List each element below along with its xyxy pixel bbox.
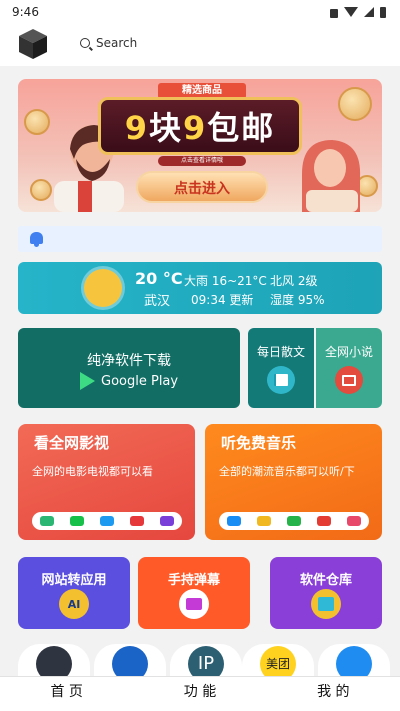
bell-icon xyxy=(30,232,43,247)
lock-icon xyxy=(330,8,338,18)
music-card-desc: 全部的潮流音乐都可以听/下 xyxy=(219,465,355,478)
barrage-icon xyxy=(179,589,209,619)
banner-title-plate: 9块9包邮 xyxy=(98,97,302,155)
cube-logo-icon[interactable] xyxy=(18,28,48,60)
ai-icon: AI xyxy=(59,589,89,619)
search-icon xyxy=(80,38,90,48)
youku-icon xyxy=(100,516,114,526)
kuwo-icon xyxy=(257,516,271,526)
weather-card[interactable]: 20 °C 武汉 大雨 16~21°C 09:34 更新 北风 2级 湿度 95… xyxy=(18,262,382,314)
nav-features[interactable]: 功 能 xyxy=(133,677,266,711)
mango-tv-icon xyxy=(160,516,174,526)
iqiyi-icon xyxy=(70,516,84,526)
bottom-nav: 首 页 功 能 我 的 xyxy=(0,676,400,711)
banner-subtitle: 点击查看详情哦 xyxy=(158,156,246,166)
music-card-title: 听免费音乐 xyxy=(221,434,297,452)
app-dock: IP 美团 xyxy=(0,640,400,684)
video-app-strip xyxy=(32,512,182,530)
handheld-barrage-title: 手持弹幕 xyxy=(167,573,220,588)
google-play-label: Google Play xyxy=(101,373,179,389)
status-icons xyxy=(330,6,386,18)
video-card-desc: 全网的电影电视都可以看 xyxy=(32,465,153,478)
handheld-barrage-card[interactable]: 手持弹幕 xyxy=(138,557,250,629)
status-time: 9:46 xyxy=(12,5,39,19)
status-bar: 9:46 xyxy=(0,0,400,24)
google-play-icon xyxy=(80,372,95,390)
web-to-app-title: 网站转应用 xyxy=(41,573,107,588)
bilibili-icon xyxy=(130,516,144,526)
sunny-icon xyxy=(84,269,122,307)
daily-essay-card[interactable]: 每日散文 xyxy=(248,328,314,408)
nav-home[interactable]: 首 页 xyxy=(0,677,133,711)
top-bar: Search xyxy=(0,24,400,66)
video-card[interactable]: 看全网影视 全网的电影电视都可以看 xyxy=(18,424,195,540)
netease-music-icon xyxy=(317,516,331,526)
nav-mine[interactable]: 我 的 xyxy=(267,677,400,711)
weather-humidity: 湿度 95% xyxy=(270,293,325,307)
battery-icon xyxy=(380,6,386,18)
daily-essay-title: 每日散文 xyxy=(256,345,305,359)
notice-bar[interactable] xyxy=(18,226,382,252)
search-button[interactable]: Search xyxy=(80,36,137,50)
weather-wind: 北风 2级 xyxy=(270,274,318,288)
promo-banner[interactable]: 精选商品 9块9包邮 点击查看详情哦 点击进入 xyxy=(18,79,382,212)
tencent-video-icon xyxy=(40,516,54,526)
weather-temperature: 20 °C xyxy=(135,269,183,288)
google-play-card-title: 纯净软件下载 xyxy=(87,353,171,369)
banner-title: 9块9包邮 xyxy=(124,109,276,147)
book-icon xyxy=(267,366,295,394)
wifi-icon xyxy=(344,7,358,17)
search-label: Search xyxy=(96,36,138,50)
google-play-row: Google Play xyxy=(80,372,178,390)
qq-music-icon xyxy=(287,516,301,526)
software-store-title: 软件仓库 xyxy=(299,573,352,588)
video-card-title: 看全网影视 xyxy=(34,434,110,452)
music-app-strip xyxy=(219,512,369,530)
banner-enter-button[interactable]: 点击进入 xyxy=(136,171,268,203)
novel-title: 全网小说 xyxy=(324,345,373,359)
kugou-icon xyxy=(227,516,241,526)
music-card[interactable]: 听免费音乐 全部的潮流音乐都可以听/下 xyxy=(205,424,382,540)
weather-condition: 大雨 16~21°C xyxy=(184,274,267,288)
coin-icon xyxy=(338,87,372,121)
web-to-app-card[interactable]: 网站转应用 AI xyxy=(18,557,130,629)
software-store-card[interactable]: 软件仓库 xyxy=(270,557,382,629)
signal-icon xyxy=(364,7,374,17)
weather-city: 武汉 xyxy=(144,294,171,309)
newspaper-icon xyxy=(335,366,363,394)
store-icon xyxy=(311,589,341,619)
novel-card[interactable]: 全网小说 xyxy=(316,328,382,408)
weather-update-time: 09:34 更新 xyxy=(191,293,254,307)
migu-icon xyxy=(347,516,361,526)
google-play-card[interactable]: 纯净软件下载 Google Play xyxy=(18,328,240,408)
